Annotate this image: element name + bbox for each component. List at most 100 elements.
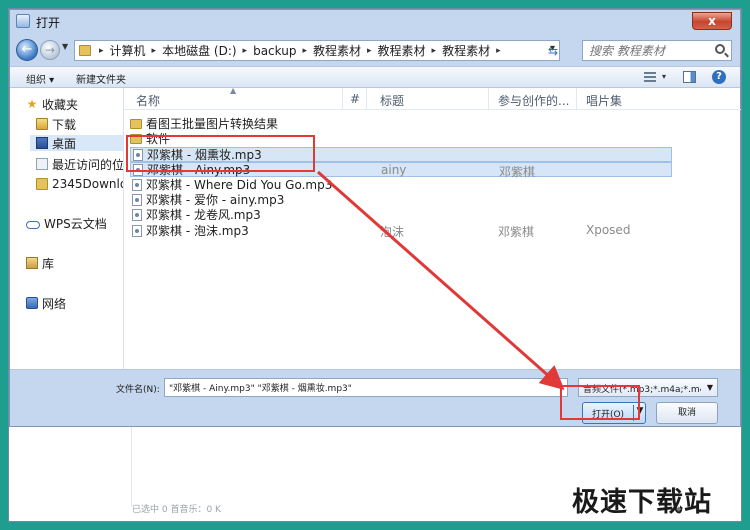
file-row[interactable]: 邓紫棋 - Where Did You Go.mp3	[130, 177, 672, 192]
column-header-name[interactable]: 名称	[136, 92, 160, 109]
back-button[interactable]: ←	[16, 39, 38, 61]
crumb-separator-icon[interactable]: ▸	[99, 46, 104, 56]
navigation-pane: ★收藏夹 下载 桌面 最近访问的位置 2345Downloads WPS云文档 …	[10, 88, 124, 369]
file-name: 邓紫棋 - 龙卷风.mp3	[146, 208, 261, 222]
status-text: 已选中 0 首音乐：0 K	[132, 505, 221, 515]
help-icon[interactable]: ?	[712, 70, 726, 84]
column-header-title[interactable]: 标题	[380, 92, 404, 109]
file-row[interactable]: 邓紫棋 - 龙卷风.mp3	[130, 207, 672, 222]
sidebar-item-label: 收藏夹	[42, 97, 79, 112]
sidebar-item-wps-cloud[interactable]: WPS云文档	[26, 215, 107, 231]
sidebar-item-desktop[interactable]: 桌面	[30, 135, 123, 151]
breadcrumb-item[interactable]: 教程素材	[313, 42, 361, 59]
cancel-button[interactable]: 取消	[656, 402, 718, 424]
breadcrumb-item[interactable]: 计算机	[110, 42, 146, 59]
address-bar[interactable]: ▸ 计算机 ▸ 本地磁盘 (D:) ▸ backup ▸ 教程素材 ▸ 教程素材 ▸ 教程素材 ▸ ▾	[74, 40, 560, 61]
breadcrumb: ▸ 计算机 ▸ 本地磁盘 (D:) ▸ backup ▸ 教程素材 ▸ 教程素材 ▸ 教程素材 ▸	[93, 41, 507, 60]
crumb-separator-icon[interactable]: ▸	[496, 46, 501, 56]
browser-content: ★收藏夹 下载 桌面 最近访问的位置 2345Downloads WPS云文档 …	[10, 88, 741, 370]
breadcrumb-item[interactable]: 教程素材	[378, 42, 426, 59]
command-toolbar: 组织 ▾ 新建文件夹 ▾ ?	[10, 66, 740, 88]
audio-file-icon	[132, 224, 142, 237]
column-header-artist[interactable]: 参与创作的...	[498, 92, 569, 109]
sidebar-item-favorites[interactable]: ★ 收藏夹	[26, 96, 78, 112]
folder-icon	[79, 45, 91, 56]
refresh-icon[interactable]: ⇆	[548, 44, 558, 58]
sidebar-item-recent[interactable]: 最近访问的位置	[36, 156, 124, 172]
column-divider[interactable]	[342, 88, 343, 110]
app-icon	[16, 14, 30, 28]
network-icon	[26, 297, 38, 309]
column-divider[interactable]	[576, 88, 577, 110]
watermark-logo: 极速下载站	[572, 487, 712, 518]
open-file-dialog: 打开 x ← → ▼ ▸ 计算机 ▸ 本地磁盘 (D:) ▸ backup ▸ 教程素材 ▸ 教程…	[9, 9, 741, 427]
crumb-separator-icon[interactable]: ▸	[367, 46, 372, 56]
sidebar-item-downloads[interactable]: 下载	[36, 116, 76, 132]
breadcrumb-item[interactable]: 本地磁盘 (D:)	[162, 42, 236, 59]
search-icon[interactable]	[715, 44, 725, 54]
audio-file-icon	[132, 208, 142, 221]
crumb-separator-icon[interactable]: ▸	[152, 46, 157, 56]
view-dropdown-icon[interactable]: ▾	[662, 72, 666, 81]
address-row: ← → ▼ ▸ 计算机 ▸ 本地磁盘 (D:) ▸ backup ▸ 教程素材 ▸ 教程素材 ▸ 教程…	[10, 36, 740, 64]
background-window-edge	[131, 427, 132, 507]
sidebar-item-label: WPS云文档	[44, 216, 107, 231]
title-bar: 打开 x	[10, 10, 740, 32]
sidebar-item-label: 最近访问的位置	[52, 157, 124, 172]
file-list: ▲ 名称 # 标题 参与创作的... 唱片集 看图王批量图片转换结果 软件 邓紫棋 …	[124, 88, 741, 369]
crumb-separator-icon[interactable]: ▸	[432, 46, 437, 56]
sidebar-item-network[interactable]: 网络	[26, 295, 66, 311]
breadcrumb-item[interactable]: backup	[253, 44, 296, 58]
audio-file-icon	[132, 178, 142, 191]
history-dropdown-icon[interactable]: ▼	[62, 42, 68, 51]
breadcrumb-item[interactable]: 教程素材	[442, 42, 490, 59]
filename-input[interactable]	[164, 378, 568, 397]
file-album-cell: Xposed	[586, 223, 631, 237]
close-button[interactable]: x	[692, 12, 732, 30]
sidebar-item-label: 下载	[52, 117, 77, 132]
column-divider[interactable]	[366, 88, 367, 110]
file-artist-cell: 邓紫棋	[498, 225, 535, 239]
recent-places-icon	[36, 158, 48, 170]
chevron-down-icon: ▼	[706, 383, 713, 392]
sidebar-item-label: 库	[42, 256, 55, 271]
search-input[interactable]	[589, 42, 713, 59]
screenshot-frame: 打开 x ← → ▼ ▸ 计算机 ▸ 本地磁盘 (D:) ▸ backup ▸ 教程素材 ▸ 教程…	[8, 8, 742, 522]
forward-button[interactable]: →	[40, 40, 60, 60]
column-header-row: ▲ 名称 # 标题 参与创作的... 唱片集	[124, 88, 741, 110]
view-options-icon[interactable]	[644, 72, 656, 82]
cloud-icon	[26, 220, 40, 229]
search-box[interactable]	[582, 40, 732, 61]
window-title: 打开	[36, 16, 61, 30]
crumb-separator-icon[interactable]: ▸	[302, 46, 307, 56]
sidebar-item-libraries[interactable]: 库	[26, 255, 54, 271]
crumb-separator-icon[interactable]: ▸	[243, 46, 248, 56]
sidebar-item-label: 2345Downloads	[52, 177, 123, 191]
column-header-number[interactable]: #	[350, 92, 360, 106]
watermark-mini-icon: ◆	[676, 505, 682, 513]
open-button-highlight	[560, 385, 640, 420]
folder-icon	[130, 118, 142, 129]
sidebar-item-2345downloads[interactable]: 2345Downloads	[36, 176, 123, 192]
sidebar-item-label: 桌面	[52, 136, 77, 151]
file-row[interactable]: 邓紫棋 - 泡沫.mp3 泡沫 邓紫棋 Xposed	[130, 223, 672, 239]
audio-file-icon	[132, 193, 142, 206]
selected-files-highlight	[126, 135, 315, 172]
sort-arrow-icon: ▲	[230, 88, 237, 95]
sidebar-item-label: 网络	[42, 296, 67, 311]
new-folder-button[interactable]: 新建文件夹	[76, 71, 126, 86]
preview-pane-icon[interactable]	[683, 71, 696, 83]
organize-menu[interactable]: 组织 ▾	[26, 71, 54, 86]
filename-label: 文件名(N):	[116, 385, 160, 395]
column-divider[interactable]	[488, 88, 489, 110]
file-title-cell: ainy	[381, 163, 407, 177]
file-row[interactable]: 看图王批量图片转换结果	[130, 116, 672, 131]
desktop-icon	[36, 137, 48, 149]
library-icon	[26, 257, 38, 269]
file-row[interactable]: 邓紫棋 - 爱你 - ainy.mp3	[130, 192, 672, 207]
star-icon: ★	[26, 97, 38, 111]
downloads-folder-icon	[36, 118, 48, 130]
folder-icon	[36, 178, 48, 190]
file-name: 邓紫棋 - 泡沫.mp3	[146, 224, 249, 238]
column-header-album[interactable]: 唱片集	[586, 92, 622, 109]
